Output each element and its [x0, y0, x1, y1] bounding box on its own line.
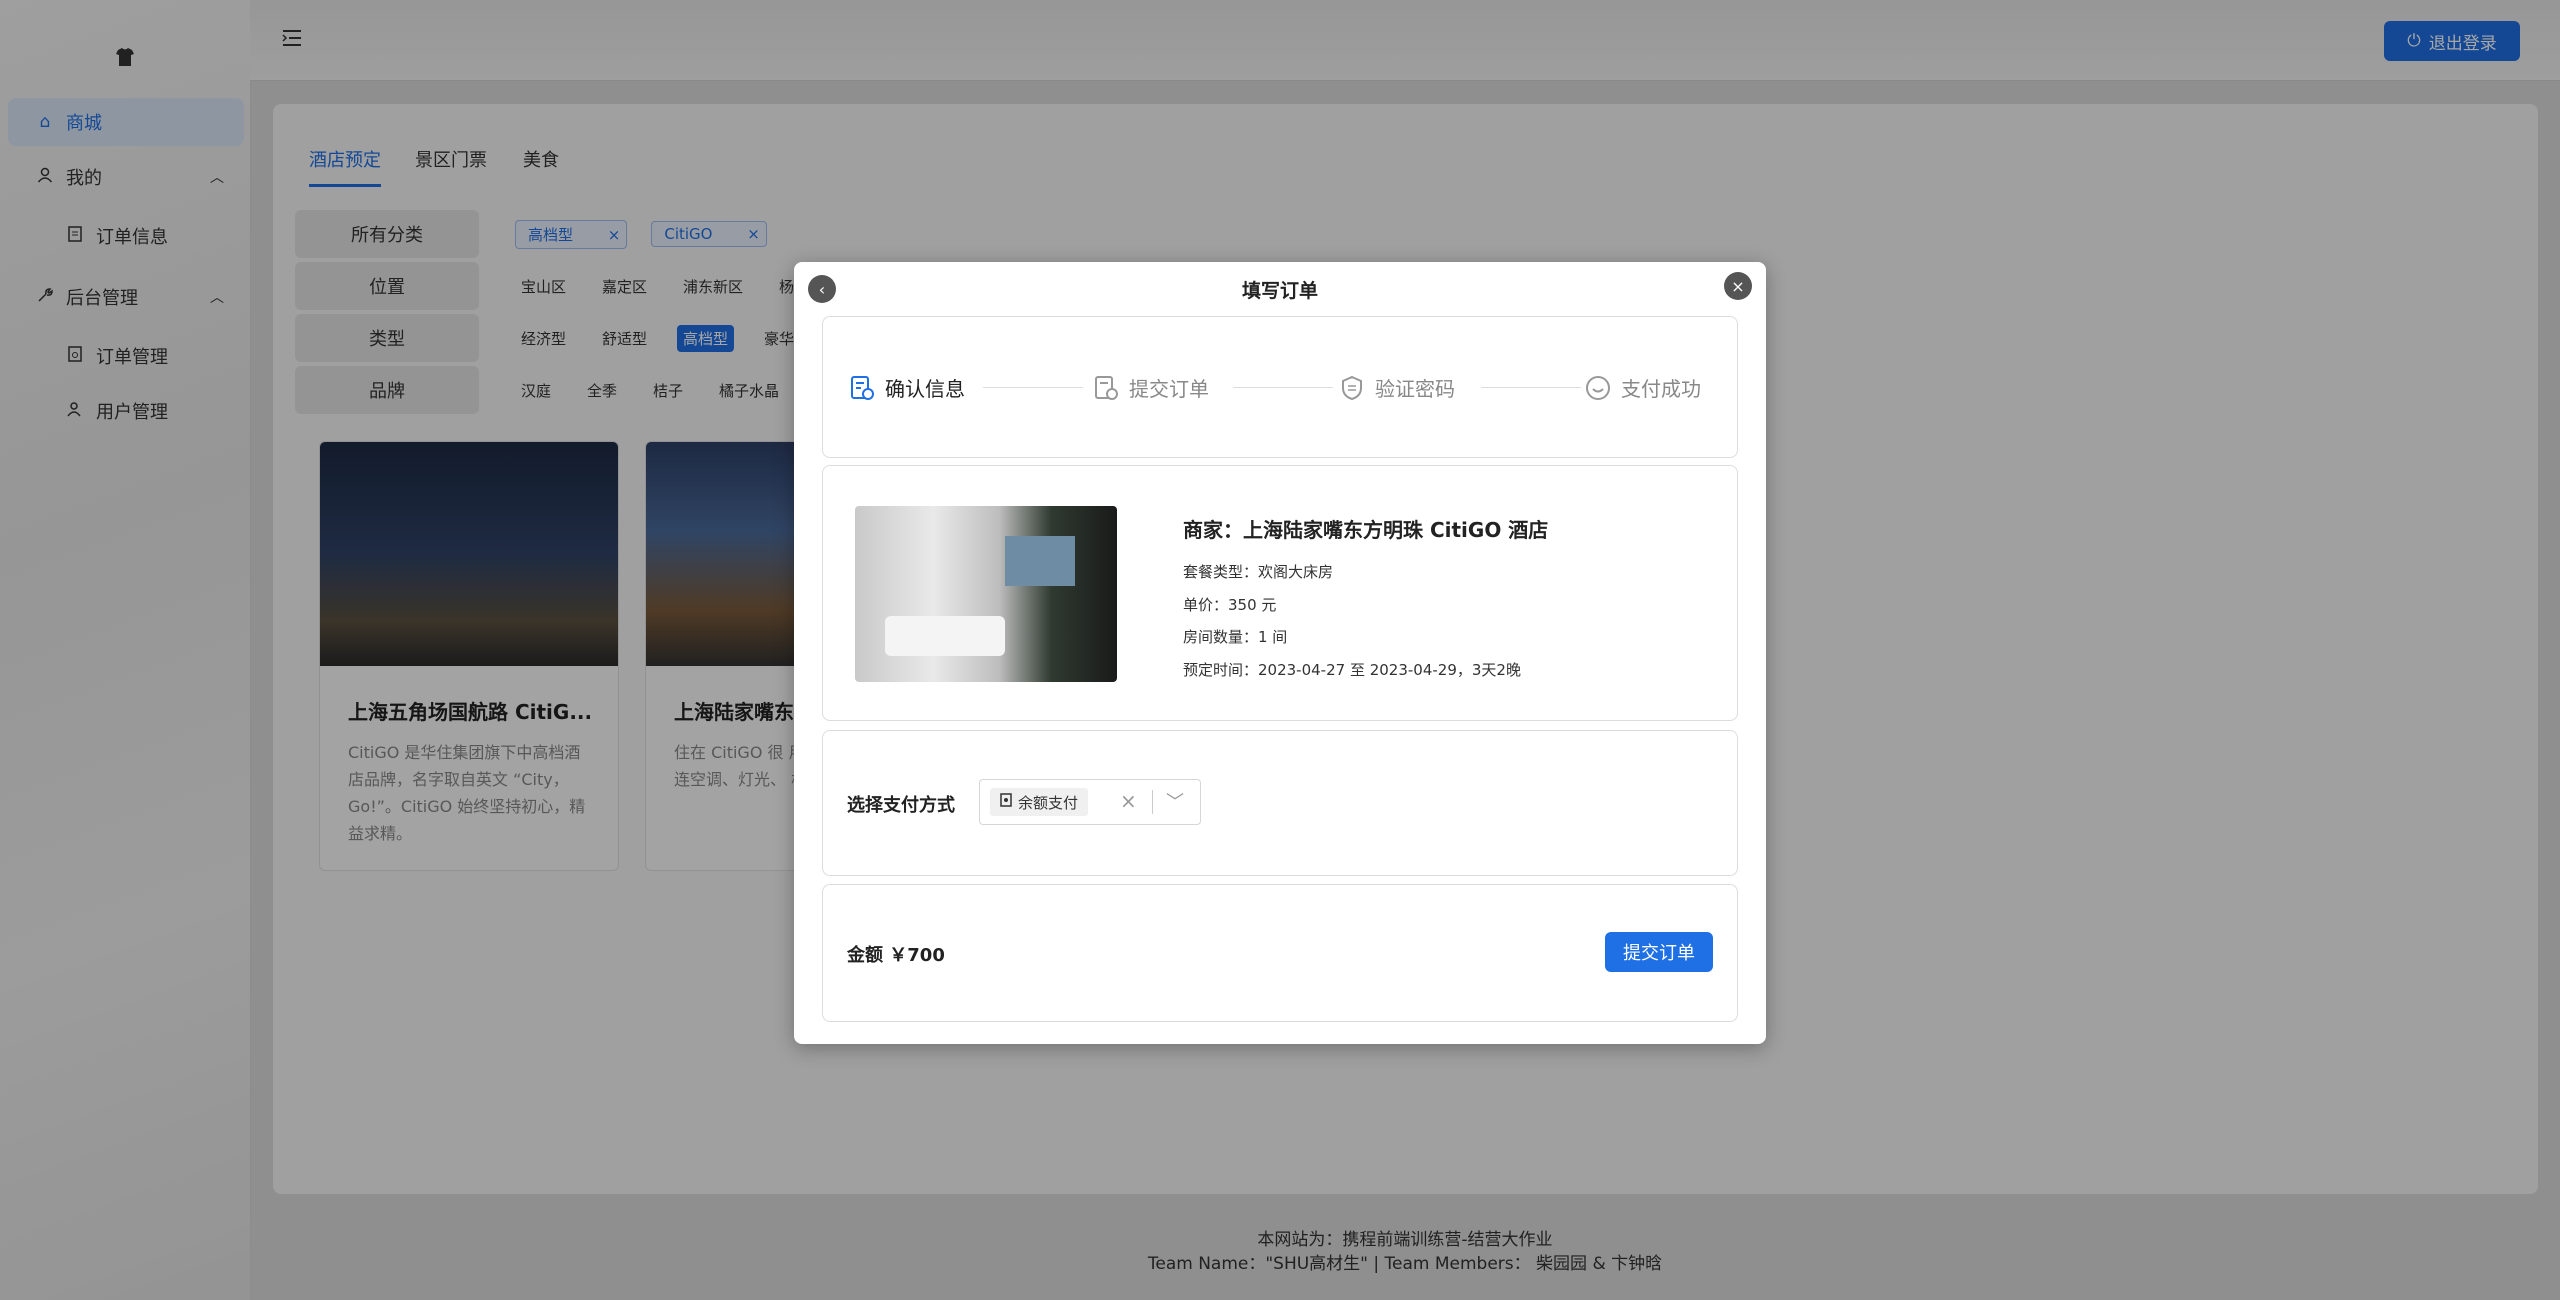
payment-method-label: 选择支付方式 — [847, 795, 955, 816]
order-modal: ‹ 填写订单 × 确认信息 提交订单 验证密码 支付成功 商家：上海陆家嘴东方明… — [794, 262, 1766, 1044]
package-type: 套餐类型：欢阁大床房 — [1183, 563, 1334, 581]
clear-icon[interactable]: × — [1120, 789, 1137, 813]
step-label: 验证密码 — [1375, 377, 1455, 401]
select-divider — [1152, 790, 1153, 814]
step-connector — [1233, 387, 1333, 388]
payment-method-panel: 选择支付方式 余额支付 × ﹀ — [822, 730, 1738, 876]
smile-icon — [1585, 375, 1611, 401]
total-amount: 金额 ￥700 — [847, 945, 945, 966]
unit-price: 单价：350 元 — [1183, 596, 1277, 614]
document-submit-icon — [1093, 375, 1119, 401]
step-payment-success: 支付成功 — [1585, 373, 1701, 402]
step-connector — [983, 387, 1083, 388]
booking-dates: 预定时间：2023-04-27 至 2023-04-29，3天2晚 — [1183, 661, 1521, 679]
wallet-icon — [1000, 793, 1012, 811]
step-verify-password: 验证密码 — [1339, 373, 1455, 402]
payment-method-select[interactable]: 余额支付 × ﹀ — [979, 779, 1201, 825]
step-confirm-info: 确认信息 — [849, 373, 965, 402]
close-icon: × — [1731, 276, 1745, 296]
close-button[interactable]: × — [1724, 272, 1752, 300]
step-label: 支付成功 — [1621, 377, 1701, 401]
submit-order-button[interactable]: 提交订单 — [1605, 932, 1713, 972]
chevron-down-icon[interactable]: ﹀ — [1166, 788, 1184, 814]
selected-payment-chip: 余额支付 — [990, 788, 1089, 816]
step-connector — [1481, 387, 1581, 388]
step-label: 确认信息 — [885, 377, 965, 401]
room-image — [855, 506, 1117, 682]
modal-title: 填写订单 — [1241, 280, 1318, 302]
shield-icon — [1339, 375, 1365, 401]
step-submit-order: 提交订单 — [1093, 373, 1209, 402]
steps-panel: 确认信息 提交订单 验证密码 支付成功 — [822, 316, 1738, 458]
step-label: 提交订单 — [1129, 377, 1209, 401]
document-check-icon — [849, 375, 875, 401]
merchant-name: 商家：上海陆家嘴东方明珠 CitiGO 酒店 — [1183, 518, 1549, 542]
amount-panel: 金额 ￥700 提交订单 — [822, 884, 1738, 1022]
payment-method-value: 余额支付 — [1018, 793, 1079, 812]
room-count: 房间数量：1 间 — [1183, 628, 1288, 646]
order-info-panel: 商家：上海陆家嘴东方明珠 CitiGO 酒店 套餐类型：欢阁大床房 单价：350… — [822, 465, 1738, 721]
